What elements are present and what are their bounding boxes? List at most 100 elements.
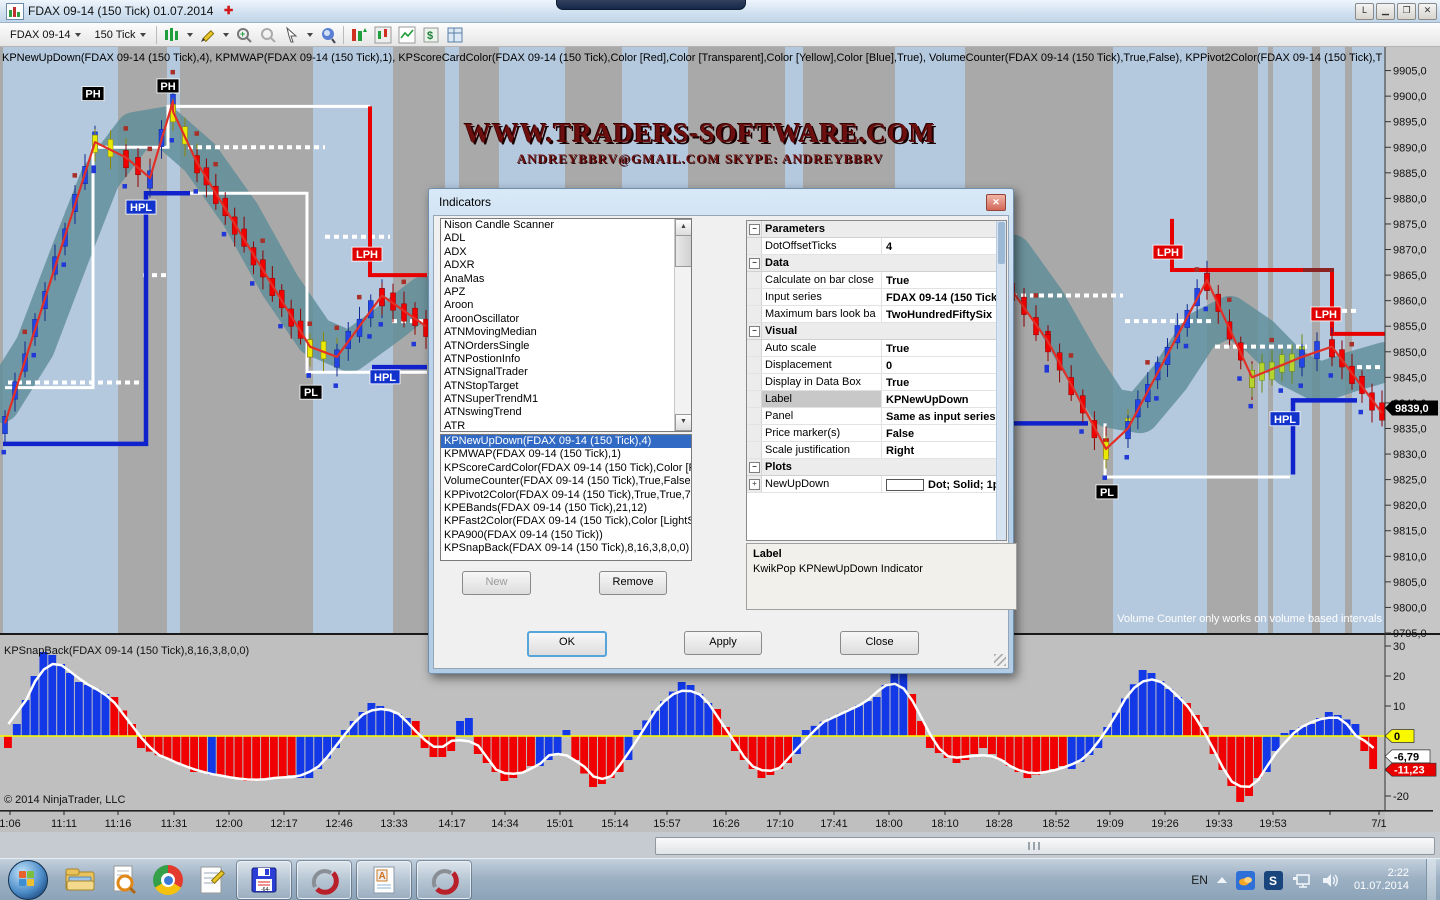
property-row[interactable]: +NewUpDownDot; Solid; 1px (747, 476, 1006, 493)
chevron-down-icon[interactable] (187, 33, 193, 37)
indicator-list-item[interactable]: ATNStopTarget (441, 380, 691, 393)
show-desktop-button[interactable] (1426, 859, 1436, 900)
taskbar-app-ninjatrader[interactable] (297, 861, 351, 899)
property-value[interactable]: Dot; Solid; 1px (882, 476, 1006, 492)
hidden-icons-caret[interactable] (1217, 877, 1227, 883)
configured-indicator-item[interactable]: KPFast2Color(FDAX 09-14 (150 Tick),Color… (441, 515, 691, 528)
property-row[interactable]: DotOffsetTicks4 (747, 238, 1006, 255)
indicator-list-item[interactable]: ATNswingTrend (441, 406, 691, 419)
instrument-dropdown[interactable]: FDAX 09-14 (6, 27, 85, 43)
property-value[interactable]: 4 (882, 238, 1006, 254)
properties-grid[interactable]: −ParametersDotOffsetTicks4−DataCalculate… (746, 220, 1007, 541)
chevron-down-icon[interactable] (223, 33, 229, 37)
collapse-icon[interactable]: − (749, 462, 760, 473)
property-value[interactable]: KPNewUpDown (882, 391, 1006, 407)
taskbar-app-floppy[interactable]: -64- (237, 861, 291, 899)
indicator-list-item[interactable]: APZ (441, 286, 691, 299)
property-section[interactable]: −Parameters (747, 221, 1006, 238)
configured-indicator-item[interactable]: KPNewUpDown(FDAX 09-14 (150 Tick),4) (441, 435, 691, 448)
zoom-in-icon[interactable]: + (235, 26, 253, 44)
property-row[interactable]: Displacement0 (747, 357, 1006, 374)
scrollbar-grip[interactable] (1028, 842, 1042, 850)
volume-tray-icon[interactable] (1320, 871, 1339, 890)
skype-tray-icon[interactable]: S (1264, 871, 1283, 890)
indicator-list-item[interactable]: Aroon (441, 299, 691, 312)
scroll-thumb[interactable] (998, 222, 1005, 264)
horizontal-scrollbar[interactable] (655, 837, 1435, 855)
indicator-list-item[interactable]: ATNMovingMedian (441, 326, 691, 339)
zoom-out-icon[interactable] (259, 26, 277, 44)
collapse-icon[interactable]: − (749, 224, 760, 235)
scroll-thumb[interactable] (675, 235, 692, 267)
property-value[interactable]: Same as input series (882, 408, 1006, 424)
data-box-icon[interactable] (319, 26, 337, 44)
resize-grip[interactable] (994, 654, 1006, 666)
property-row[interactable]: Price marker(s)False (747, 425, 1006, 442)
taskbar-app-word-doc[interactable]: A (357, 861, 411, 899)
property-section[interactable]: −Visual (747, 323, 1006, 340)
notepad-icon[interactable] (195, 863, 229, 897)
chart-trader-icon[interactable] (350, 26, 368, 44)
configured-indicator-item[interactable]: KPMWAP(FDAX 09-14 (150 Tick),1) (441, 448, 691, 461)
chevron-down-icon[interactable] (307, 33, 313, 37)
property-row[interactable]: Scale justificationRight (747, 442, 1006, 459)
configured-indicator-item[interactable]: VolumeCounter(FDAX 09-14 (150 Tick),True… (441, 475, 691, 488)
taskbar-clock[interactable]: 2:22 01.07.2014 (1354, 867, 1409, 893)
configured-indicator-item[interactable]: KPEBands(FDAX 09-14 (150 Tick),21,12) (441, 502, 691, 515)
new-button[interactable]: New (462, 571, 531, 595)
property-value[interactable]: 0 (882, 357, 1006, 373)
chart-style-icon[interactable] (163, 26, 181, 44)
property-row[interactable]: Input seriesFDAX 09-14 (150 Tick) (747, 289, 1006, 306)
configured-indicator-item[interactable]: KPPivot2Color(FDAX 09-14 (150 Tick),True… (441, 489, 691, 502)
property-row[interactable]: Maximum bars look baTwoHundredFiftySix (747, 306, 1006, 323)
indicator-list-item[interactable]: ATR (441, 420, 691, 432)
property-value[interactable]: FDAX 09-14 (150 Tick) (882, 289, 1006, 305)
indicator-list-item[interactable]: ATNSuperTrendM1 (441, 393, 691, 406)
remove-button[interactable]: Remove (599, 571, 667, 595)
restore-button[interactable]: ❐ (1397, 3, 1416, 20)
minimize-button[interactable]: ▁ (1376, 3, 1395, 20)
price-axis-panel[interactable] (1385, 46, 1440, 832)
property-value[interactable]: False (882, 425, 1006, 441)
cloud-tray-icon[interactable] (1236, 871, 1255, 890)
indicator-list-item[interactable]: ATNOrdersSingle (441, 340, 691, 353)
line-chart-icon[interactable] (398, 26, 416, 44)
start-button[interactable] (8, 860, 48, 900)
dialog-close-icon[interactable]: ✕ (986, 194, 1006, 211)
scroll-up-icon[interactable]: ▲ (675, 219, 692, 236)
expand-icon[interactable]: + (749, 479, 760, 490)
dollar-icon[interactable]: $ (422, 26, 440, 44)
l-button[interactable]: L (1355, 3, 1374, 20)
plot-color-swatch[interactable] (886, 479, 924, 491)
taskbar-app-ninjatrader-2[interactable] (417, 861, 471, 899)
configured-indicator-item[interactable]: KPSnapBack(FDAX 09-14 (150 Tick),8,16,3,… (441, 542, 691, 555)
property-value[interactable]: True (882, 340, 1006, 356)
indicator-list-item[interactable]: ADL (441, 232, 691, 245)
list-scrollbar[interactable]: ▲ ▼ (674, 219, 691, 431)
configured-indicator-item[interactable]: KPScoreCardColor(FDAX 09-14 (150 Tick),C… (441, 462, 691, 475)
ok-button[interactable]: OK (527, 631, 607, 657)
close-button[interactable]: ✕ (1418, 3, 1437, 20)
grid-scrollbar[interactable] (996, 221, 1006, 540)
property-section[interactable]: −Data (747, 255, 1006, 272)
search-icon[interactable] (107, 863, 141, 897)
configured-indicator-item[interactable]: KPA900(FDAX 09-14 (150 Tick)) (441, 529, 691, 542)
candles-panel-icon[interactable] (374, 26, 392, 44)
interval-dropdown[interactable]: 150 Tick (91, 27, 150, 43)
grid-icon[interactable] (446, 26, 464, 44)
apply-button[interactable]: Apply (684, 631, 762, 655)
network-tray-icon[interactable] (1292, 871, 1311, 890)
indicator-list-item[interactable]: AnaMas (441, 273, 691, 286)
property-row[interactable]: PanelSame as input series (747, 408, 1006, 425)
property-row[interactable]: Display in Data BoxTrue (747, 374, 1006, 391)
close-button[interactable]: Close (840, 631, 919, 655)
collapse-icon[interactable]: − (749, 258, 760, 269)
indicator-list-item[interactable]: ATNPostionInfo (441, 353, 691, 366)
available-indicators-list[interactable]: Nison Candle ScannerADLADXADXRAnaMasAPZA… (440, 218, 692, 432)
property-row[interactable]: Auto scaleTrue (747, 340, 1006, 357)
property-value[interactable]: TwoHundredFiftySix (882, 306, 1006, 322)
configured-indicators-list[interactable]: KPNewUpDown(FDAX 09-14 (150 Tick),4)KPMW… (440, 434, 692, 561)
property-value[interactable]: True (882, 374, 1006, 390)
property-value[interactable]: Right (882, 442, 1006, 458)
drawing-tools-icon[interactable] (199, 26, 217, 44)
